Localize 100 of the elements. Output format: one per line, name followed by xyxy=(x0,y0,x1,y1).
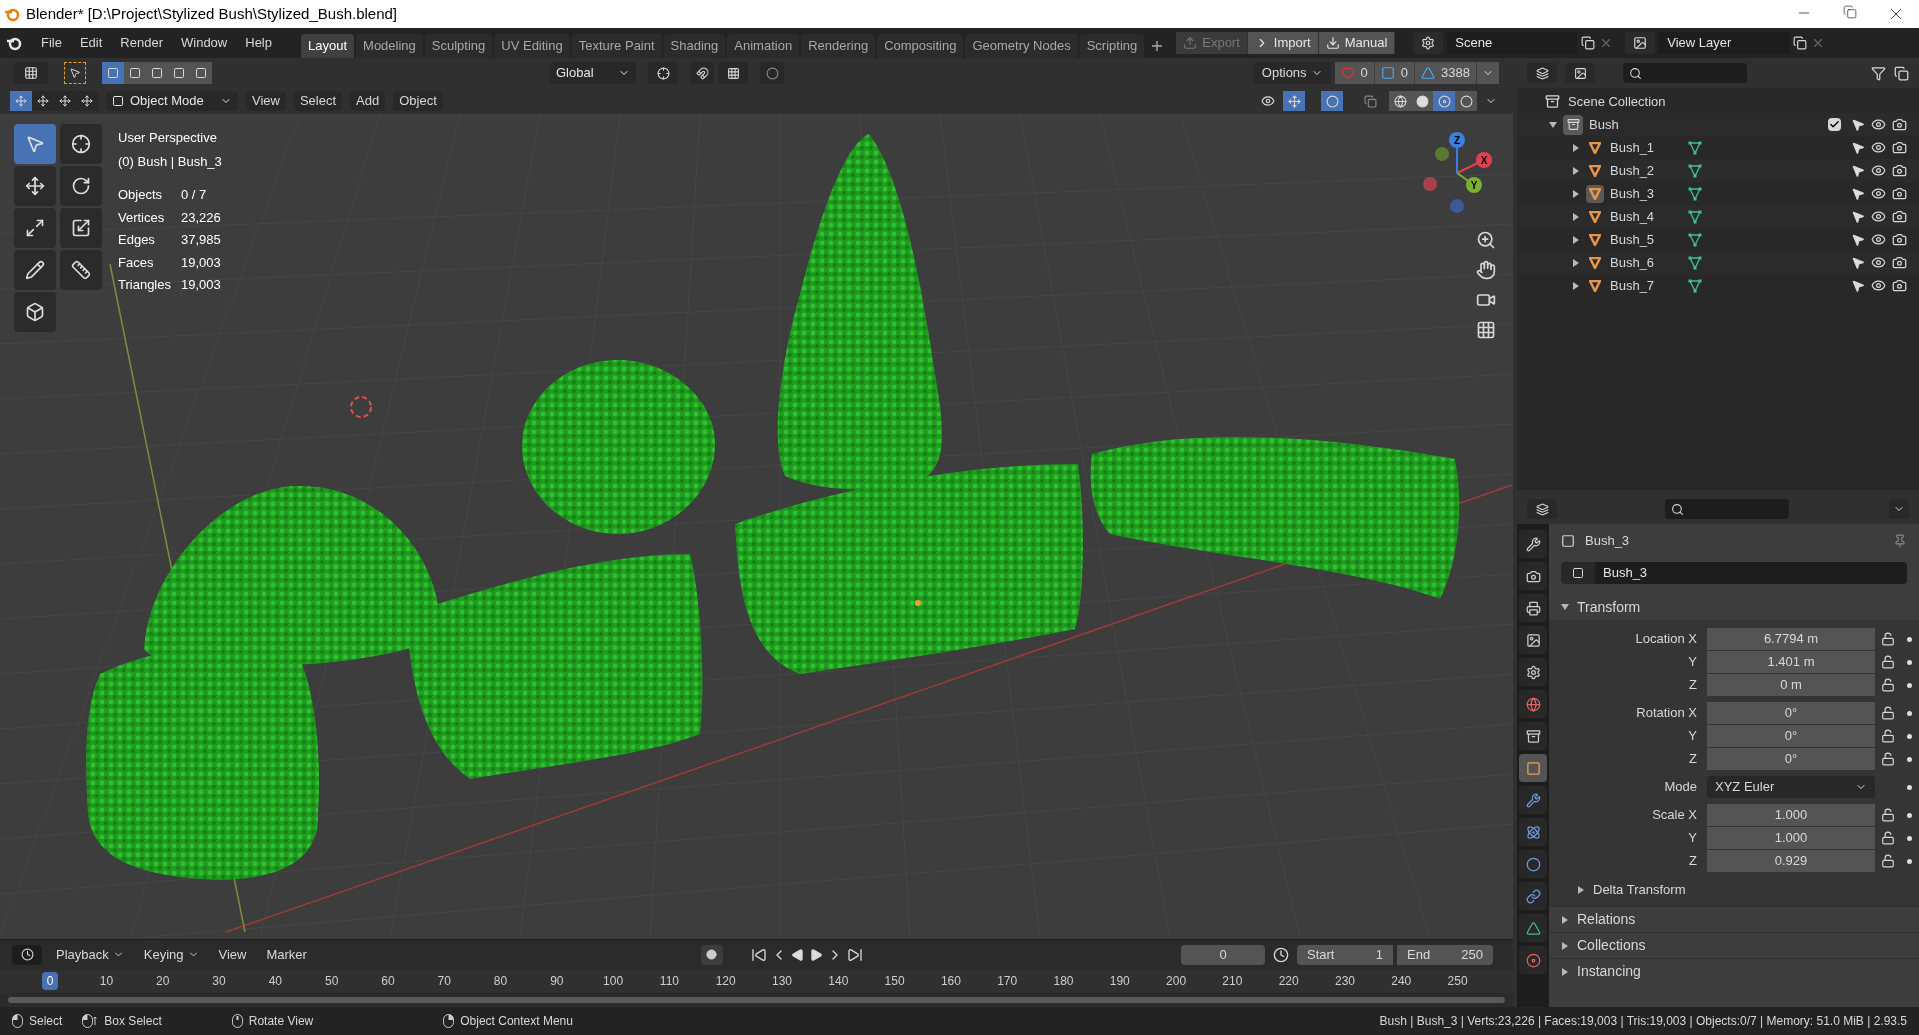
menu-item[interactable]: Render xyxy=(113,33,170,53)
app-logo-icon[interactable] xyxy=(6,35,22,51)
selection-mode-button[interactable] xyxy=(190,62,212,84)
properties-tab[interactable] xyxy=(1519,594,1547,622)
mesh-data-icon[interactable] xyxy=(1688,186,1702,201)
menu-item[interactable]: File xyxy=(34,33,69,53)
object-name[interactable]: Bush_4 xyxy=(1610,206,1682,227)
panel-title[interactable]: Instancing xyxy=(1577,961,1641,982)
object-name[interactable]: Bush_6 xyxy=(1610,252,1682,273)
tool-button[interactable] xyxy=(60,124,102,164)
camera-icon[interactable] xyxy=(1892,278,1907,293)
exclude-checkbox[interactable] xyxy=(1828,118,1841,131)
expand-caret-icon[interactable] xyxy=(1572,212,1580,221)
expand-caret-icon[interactable] xyxy=(1561,941,1569,950)
hand-icon[interactable] xyxy=(1476,260,1496,280)
properties-tab[interactable] xyxy=(1519,562,1547,590)
viewport-menu[interactable]: Select xyxy=(293,91,343,111)
workspace-tab[interactable]: Animation xyxy=(727,34,800,58)
shading-mode-button[interactable] xyxy=(1389,91,1411,111)
expand-caret-icon[interactable] xyxy=(1572,235,1580,244)
object-name[interactable]: Bush_2 xyxy=(1610,160,1682,181)
expand-caret-icon[interactable] xyxy=(1561,967,1569,976)
viewport-menu[interactable]: View xyxy=(246,91,286,111)
search-field[interactable] xyxy=(1665,499,1789,519)
jump-start-icon[interactable] xyxy=(750,946,767,963)
properties-tab[interactable] xyxy=(1519,722,1547,750)
workspace-tab[interactable]: Texture Paint xyxy=(571,34,662,58)
navigation-gizmo[interactable]: X Y Z xyxy=(1414,130,1500,216)
expand-caret-icon[interactable] xyxy=(1549,120,1557,129)
number-field[interactable]: 0 m xyxy=(1707,674,1875,696)
cursor-arrow-icon[interactable] xyxy=(1851,278,1865,293)
eye-icon[interactable] xyxy=(1871,140,1886,155)
editor-type-button[interactable] xyxy=(14,62,48,84)
tool-button[interactable] xyxy=(60,208,102,248)
current-frame-field[interactable]: 0 xyxy=(1181,944,1265,965)
camera-icon[interactable] xyxy=(1892,117,1907,132)
shading-mode-button[interactable] xyxy=(1433,91,1455,111)
editor-type-button[interactable] xyxy=(12,944,42,965)
subpanel-title[interactable]: Delta Transform xyxy=(1593,880,1686,900)
panel-title[interactable]: Collections xyxy=(1577,935,1646,956)
gizmo-toggle-button[interactable] xyxy=(1283,91,1305,111)
expand-caret-icon[interactable] xyxy=(1577,886,1585,894)
properties-tab[interactable] xyxy=(1519,946,1547,974)
object-name[interactable]: Bush_1 xyxy=(1610,137,1682,158)
number-field[interactable]: 0.929 xyxy=(1707,850,1875,872)
camera-icon[interactable] xyxy=(1892,140,1907,155)
cursor-arrow-icon[interactable] xyxy=(1851,140,1865,155)
timeline-menu[interactable]: Keying xyxy=(137,945,205,965)
view-layer-field[interactable]: View Layer xyxy=(1659,32,1790,54)
viewport-menu[interactable]: Object xyxy=(393,91,443,111)
unlocked-padlock-icon[interactable] xyxy=(1881,706,1895,720)
transform-toggle-button[interactable] xyxy=(76,91,98,111)
workspace-tab[interactable]: Geometry Nodes xyxy=(965,34,1078,58)
proportional-edit-button[interactable] xyxy=(760,62,784,84)
timeline-menu[interactable]: View xyxy=(212,945,253,965)
workspace-tab[interactable]: Scripting xyxy=(1079,34,1145,58)
mesh-data-icon[interactable] xyxy=(1688,209,1702,224)
cursor-arrow-icon[interactable] xyxy=(1851,163,1865,178)
expand-caret-icon[interactable] xyxy=(1572,143,1580,152)
counter-button[interactable]: 0 xyxy=(1334,62,1375,84)
unlocked-padlock-icon[interactable] xyxy=(1881,729,1895,743)
properties-tab[interactable] xyxy=(1519,626,1547,654)
end-frame-field[interactable]: End 250 xyxy=(1397,944,1493,965)
mode-dropdown[interactable]: Object Mode xyxy=(106,91,238,111)
mesh-data-icon[interactable] xyxy=(1688,140,1702,155)
viewport-menu[interactable]: Add xyxy=(350,91,386,111)
timeline-menu[interactable]: Marker xyxy=(260,945,313,965)
record-button[interactable] xyxy=(700,944,723,965)
pin-icon[interactable] xyxy=(1893,534,1907,548)
tool-button[interactable] xyxy=(14,166,56,206)
properties-tab[interactable] xyxy=(1519,690,1547,718)
object-name[interactable]: Bush_3 xyxy=(1610,183,1682,204)
properties-tab[interactable] xyxy=(1519,530,1547,558)
panel-title[interactable]: Relations xyxy=(1577,909,1636,930)
expand-caret-icon[interactable] xyxy=(1561,915,1569,924)
transform-toggle-button[interactable] xyxy=(32,91,54,111)
shading-mode-button[interactable] xyxy=(1455,91,1477,111)
eye-icon[interactable] xyxy=(1871,209,1886,224)
number-field[interactable]: 0° xyxy=(1707,748,1875,770)
properties-tab[interactable] xyxy=(1519,818,1547,846)
number-field[interactable]: 1.000 xyxy=(1707,804,1875,826)
eye-icon[interactable] xyxy=(1871,255,1886,270)
expand-caret-icon[interactable] xyxy=(1572,166,1580,175)
workspace-tab[interactable]: Sculpting xyxy=(424,34,493,58)
unlocked-padlock-icon[interactable] xyxy=(1881,854,1895,868)
workspace-tab[interactable]: Rendering xyxy=(801,34,876,58)
grid-icon[interactable] xyxy=(1476,320,1496,340)
mode-dropdown[interactable]: XYZ Euler xyxy=(1707,776,1875,798)
tool-button[interactable] xyxy=(60,250,102,290)
number-field[interactable]: 0° xyxy=(1707,702,1875,724)
copy-icon[interactable] xyxy=(1581,36,1596,50)
menu-item[interactable]: Window xyxy=(174,33,235,53)
scene-collection-label[interactable]: Scene Collection xyxy=(1568,91,1666,112)
camera-icon[interactable] xyxy=(1892,209,1907,224)
selection-mode-button[interactable] xyxy=(102,62,124,84)
options-dropdown[interactable] xyxy=(1889,499,1909,519)
active-tool-button[interactable] xyxy=(64,62,86,84)
tool-button[interactable] xyxy=(60,166,102,206)
cursor-arrow-icon[interactable] xyxy=(1851,186,1865,201)
properties-tab[interactable] xyxy=(1519,850,1547,878)
